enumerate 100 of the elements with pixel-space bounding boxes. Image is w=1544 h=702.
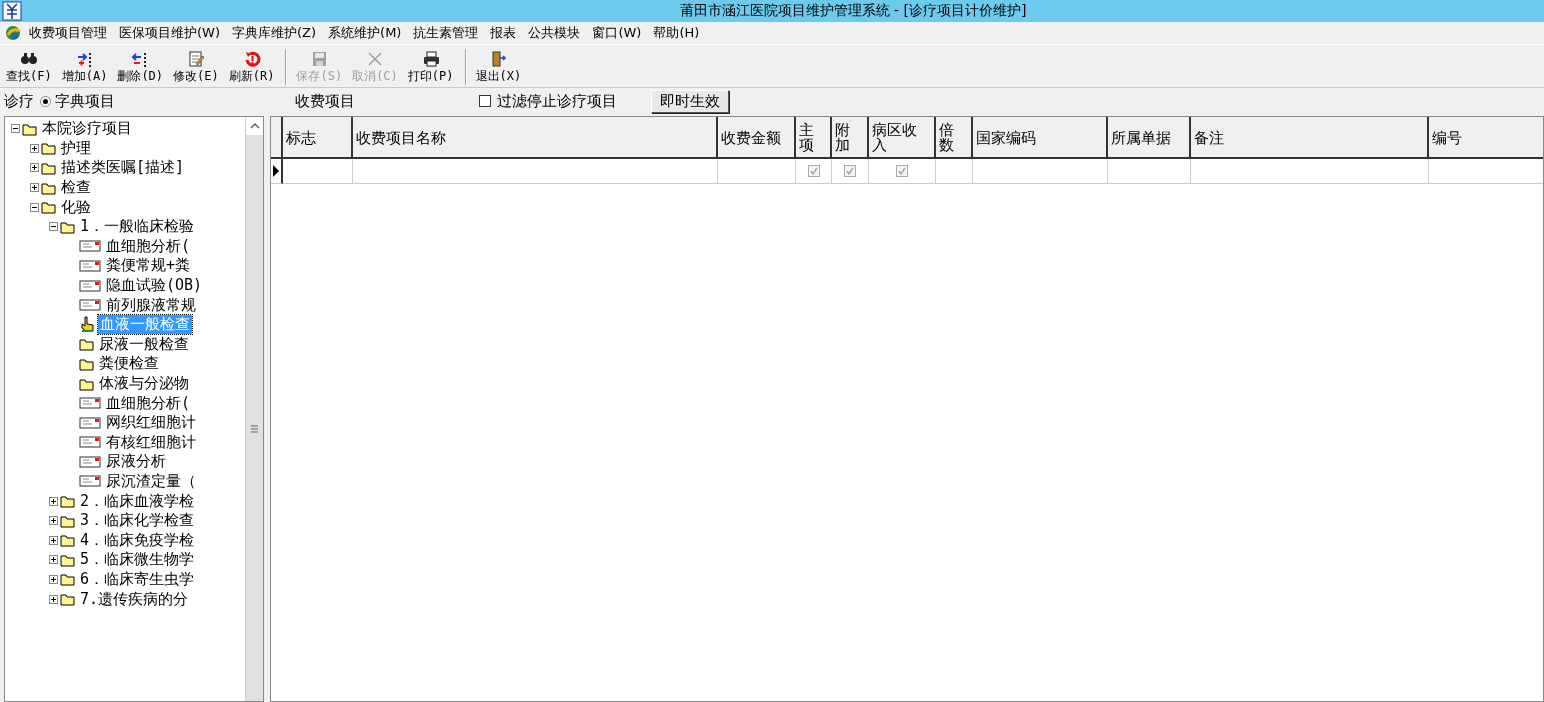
tree-item[interactable]: 前列腺液常规 [104, 295, 198, 315]
tree-item[interactable]: 1．一般临床检验 [78, 217, 197, 237]
toolbar-button[interactable]: 删除(D) [113, 47, 168, 87]
menu-item[interactable]: 收费项目管理 [23, 22, 113, 44]
card-icon [79, 414, 101, 431]
plus-icon [50, 595, 57, 603]
tree-item[interactable]: 描述类医嘱[描述] [59, 158, 187, 178]
expand-toggle[interactable] [49, 574, 58, 584]
tree-item[interactable]: 血细胞分析( [104, 393, 193, 413]
expand-toggle[interactable] [49, 555, 58, 565]
plus-icon [31, 184, 38, 192]
table-cell[interactable] [1191, 159, 1429, 184]
table-cell[interactable] [353, 159, 718, 184]
expand-toggle[interactable] [30, 163, 39, 173]
column-header[interactable]: 病区收入 [869, 117, 936, 159]
table-cell[interactable] [869, 159, 936, 184]
toolbar-button[interactable]: 查找(F) [2, 47, 56, 87]
plus-icon [50, 536, 57, 544]
radio-label: 字典项目 [55, 91, 115, 111]
close-icon [365, 49, 384, 68]
toolbar-button[interactable]: 打印(P) [403, 47, 458, 87]
tree-item[interactable]: 4．临床免疫学检 [78, 530, 197, 550]
toolbar-button[interactable]: 增加(A) [57, 47, 112, 87]
tree-item[interactable]: 3．临床化学检查 [78, 511, 197, 531]
folder-icon [60, 592, 75, 607]
collapse-toggle[interactable] [11, 124, 20, 134]
tree-item[interactable]: 护理 [59, 138, 93, 158]
expand-toggle[interactable] [30, 183, 39, 193]
radio-button[interactable] [40, 95, 51, 107]
table-cell[interactable] [718, 159, 796, 184]
tree-item[interactable]: 粪便检查 [97, 354, 161, 374]
check-icon [808, 166, 819, 176]
menu-item[interactable]: 医保项目维护(W) [113, 22, 226, 44]
tree-item[interactable]: 粪便常规+粪 [104, 256, 193, 276]
expand-toggle[interactable] [49, 535, 58, 545]
tree-item[interactable]: 检查 [59, 178, 93, 198]
card-icon [79, 257, 101, 274]
plus-icon [31, 164, 38, 172]
tree-item[interactable]: 尿沉渣定量（ [104, 472, 198, 491]
app-logo-icon [2, 1, 22, 21]
table-cell[interactable] [796, 159, 832, 184]
checkbox[interactable] [479, 95, 491, 107]
tree-item[interactable]: 血细胞分析( [104, 236, 193, 256]
menu-item[interactable]: 字典库维护(Z) [226, 22, 323, 44]
collapse-toggle[interactable] [30, 202, 39, 212]
plus-icon [50, 497, 57, 505]
toolbar-button[interactable]: 退出(X) [471, 47, 526, 87]
expand-toggle[interactable] [49, 496, 58, 506]
toolbar-button[interactable]: 刷新(R) [224, 47, 279, 87]
column-header[interactable]: 收费金额 [718, 117, 796, 159]
tree-item[interactable]: 有核红细胞计 [104, 432, 198, 452]
tree-item[interactable]: 本院诊疗项目 [40, 119, 134, 139]
pointing-hand-icon [79, 316, 95, 334]
column-header[interactable]: 标志 [283, 117, 353, 159]
table-cell[interactable] [1108, 159, 1191, 184]
tree-item[interactable]: 尿液分析 [104, 452, 168, 472]
scroll-thumb-icon[interactable] [250, 425, 259, 433]
column-header[interactable]: 编号 [1429, 117, 1543, 159]
row-header[interactable] [271, 159, 283, 184]
column-header[interactable]: 主项 [796, 117, 832, 159]
expand-toggle[interactable] [49, 594, 58, 604]
menu-item[interactable]: 报表 [484, 22, 523, 44]
folder-icon [79, 376, 94, 391]
column-header[interactable]: 所属单据 [1108, 117, 1191, 159]
expand-toggle[interactable] [30, 143, 39, 153]
menu-item[interactable]: 窗口(W) [586, 22, 648, 44]
tree-item[interactable]: 化验 [59, 197, 93, 217]
card-icon [79, 277, 101, 294]
table-cell[interactable] [283, 159, 353, 184]
table-cell[interactable] [973, 159, 1108, 184]
table-cell[interactable] [832, 159, 869, 184]
menu-item[interactable]: 公共模块 [522, 22, 587, 44]
tree-item[interactable]: 2．临床血液学检 [78, 491, 197, 511]
expand-toggle[interactable] [49, 516, 58, 526]
toolbar-button[interactable]: 修改(E) [169, 47, 223, 87]
tree-item[interactable]: 5．临床微生物学 [78, 550, 197, 570]
column-header[interactable]: 收费项目名称 [353, 117, 718, 159]
apply-button[interactable]: 即时生效 [651, 89, 729, 113]
folder-icon [60, 572, 75, 587]
scroll-up-button[interactable] [246, 117, 263, 135]
table-cell[interactable] [936, 159, 973, 184]
tree-item[interactable]: 6．临床寄生虫学 [78, 569, 197, 589]
menu-item[interactable]: 抗生素管理 [407, 22, 485, 44]
tree-item[interactable]: 7.遗传疾病的分 [78, 589, 191, 609]
column-header[interactable]: 备注 [1191, 117, 1429, 159]
column-header[interactable]: 倍数 [936, 117, 973, 159]
tree-item[interactable]: 隐血试验(OB) [104, 276, 205, 296]
folder-icon [41, 180, 56, 195]
door-icon [489, 49, 508, 68]
tree-item[interactable]: 网织红细胞计 [104, 413, 198, 433]
app-menu-icon [5, 25, 21, 41]
menu-item[interactable]: 帮助(H) [647, 22, 706, 44]
printer-icon [421, 49, 440, 68]
tree-item[interactable]: 体液与分泌物 [97, 374, 191, 393]
column-header[interactable]: 附加 [832, 117, 869, 159]
column-header[interactable]: 国家编码 [973, 117, 1108, 159]
menu-item[interactable]: 系统维护(M) [322, 22, 408, 44]
tree-item[interactable]: 尿液一般检查 [97, 334, 191, 354]
collapse-toggle[interactable] [49, 222, 58, 232]
check-icon [897, 166, 907, 176]
